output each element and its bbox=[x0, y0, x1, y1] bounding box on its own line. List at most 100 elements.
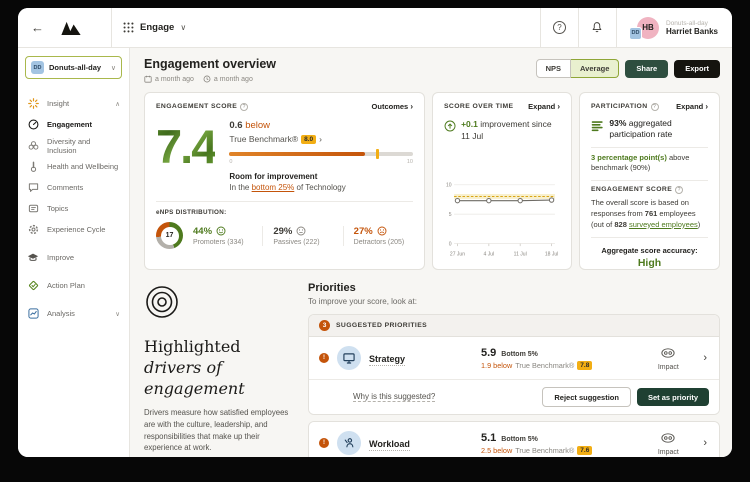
score-basis-text: The overall score is based on responses … bbox=[591, 198, 708, 231]
svg-text:27 Jun: 27 Jun bbox=[450, 251, 465, 257]
sidebar-item-label: Health and Wellbeing bbox=[47, 162, 122, 171]
export-button[interactable]: Export bbox=[674, 60, 720, 78]
improve-icon bbox=[27, 252, 39, 263]
priority-score-block: 5.1Bottom 5% 2.5 belowTrue Benchmark®7.6 bbox=[467, 432, 637, 455]
sidebar-item-label: Action Plan bbox=[47, 281, 122, 290]
sidebar-item-action-plan[interactable]: Action Plan bbox=[25, 275, 122, 296]
room-for-improvement-title: Room for improvement bbox=[229, 172, 413, 181]
score-benchmark-bar bbox=[229, 152, 413, 156]
priority-row-workload[interactable]: ! Workload 5.1Bottom 5% 2.5 belowTrue Be… bbox=[309, 422, 719, 457]
promoters-segment: 44% Promoters (334) bbox=[193, 226, 252, 246]
collapse-sidebar-icon[interactable]: ← bbox=[31, 20, 44, 35]
average-toggle-button[interactable]: Average bbox=[571, 59, 619, 78]
sidebar-item-comments[interactable]: Comments bbox=[25, 177, 122, 198]
score-type-toggle: NPS Average bbox=[536, 59, 620, 78]
help-icon[interactable]: ? bbox=[240, 103, 248, 111]
chevron-down-icon: ∨ bbox=[115, 310, 122, 318]
expand-participation-link[interactable]: Expand › bbox=[676, 102, 708, 111]
company-selector-avatar: DD bbox=[31, 61, 44, 74]
priority-actions-row: Why is this suggested? Reject suggestion… bbox=[309, 379, 719, 414]
sidebar-item-topics[interactable]: Topics bbox=[25, 198, 122, 219]
priority-name[interactable]: Workload bbox=[369, 439, 410, 451]
sidebar-item-experience-cycle[interactable]: Experience Cycle bbox=[25, 219, 122, 240]
svg-text:18 Jul: 18 Jul bbox=[545, 251, 558, 257]
app-name: Engage bbox=[140, 22, 174, 33]
sidebar-item-health[interactable]: Health and Wellbeing bbox=[25, 156, 122, 177]
sidebar-item-engagement[interactable]: Engagement bbox=[25, 114, 122, 135]
share-button[interactable]: Share bbox=[625, 60, 668, 78]
score-over-time-card: SCORE OVER TIME Expand › +0.1 improvemen… bbox=[432, 92, 572, 270]
svg-text:11 Jul: 11 Jul bbox=[514, 251, 527, 257]
reject-suggestion-button[interactable]: Reject suggestion bbox=[542, 387, 631, 407]
sidebar-item-analysis[interactable]: Analysis ∨ bbox=[25, 303, 122, 324]
sidebar-item-improve[interactable]: Improve bbox=[25, 247, 122, 268]
analysis-icon bbox=[27, 308, 39, 319]
topbar-brand-area: ← bbox=[18, 8, 112, 47]
priority-name[interactable]: Strategy bbox=[369, 354, 405, 366]
engagement-score-card: ENGAGEMENT SCORE ? Outcomes › 7.4 0.6 be… bbox=[144, 92, 425, 270]
chevron-right-icon[interactable]: › bbox=[699, 352, 709, 364]
impact-button[interactable]: Impact bbox=[645, 345, 691, 371]
help-icon[interactable]: ? bbox=[675, 186, 683, 194]
priorities-title: Priorities bbox=[308, 282, 720, 294]
chevron-right-icon: › bbox=[410, 102, 413, 111]
trend-up-icon bbox=[444, 119, 456, 133]
workload-icon bbox=[337, 431, 361, 455]
chevron-up-icon: ∧ bbox=[115, 100, 122, 108]
bottom-25-link[interactable]: bottom 25% bbox=[252, 183, 295, 192]
enps-distribution-title: eNPS DISTRIBUTION: bbox=[156, 209, 413, 216]
set-as-priority-button[interactable]: Set as priority bbox=[637, 388, 709, 406]
action-plan-icon bbox=[27, 280, 39, 291]
score-over-time-chart: 051027 Jun4 Jul11 Jul18 Jul bbox=[444, 173, 560, 260]
passive-face-icon bbox=[296, 226, 306, 236]
user-name: Harriet Banks bbox=[666, 27, 718, 36]
participation-card: PARTICIPATION ? Expand › 93% aggregated … bbox=[579, 92, 720, 270]
engagement-icon bbox=[27, 119, 39, 130]
grid-icon bbox=[123, 22, 134, 33]
passives-segment: 29% Passives (222) bbox=[262, 226, 332, 246]
why-suggested-link[interactable]: Why is this suggested? bbox=[353, 392, 435, 402]
detractor-face-icon bbox=[377, 226, 387, 236]
notifications-button[interactable] bbox=[578, 8, 616, 47]
surveyed-employees-link[interactable]: surveyed employees bbox=[629, 220, 698, 229]
sidebar-item-label: Comments bbox=[47, 183, 122, 192]
scale-max: 10 bbox=[407, 159, 413, 165]
company-selector[interactable]: DD Donuts-all-day ∨ bbox=[25, 56, 122, 79]
survey-round: a month ago bbox=[203, 75, 253, 83]
user-menu[interactable]: HB DD Donuts-all-day Harriet Banks bbox=[616, 8, 732, 47]
help-icon[interactable]: ? bbox=[651, 103, 659, 111]
company-avatar: DD bbox=[629, 27, 642, 40]
app-switcher[interactable]: Engage ∨ bbox=[112, 8, 186, 47]
sidebar-item-label: Improve bbox=[47, 253, 122, 262]
benchmark-badge: 8.0 bbox=[301, 135, 316, 144]
experience-cycle-icon bbox=[27, 224, 39, 235]
accuracy-value: High bbox=[591, 257, 708, 269]
chevron-down-icon: ∨ bbox=[111, 64, 116, 72]
enps-value: 17 bbox=[156, 222, 183, 249]
sidebar-item-diversity[interactable]: Diversity and Inclusion bbox=[25, 135, 122, 156]
nps-toggle-button[interactable]: NPS bbox=[536, 59, 571, 78]
outcomes-link[interactable]: Outcomes › bbox=[372, 102, 413, 111]
priorities-subtitle: To improve your score, look at: bbox=[308, 297, 720, 306]
expand-score-link[interactable]: Expand › bbox=[528, 102, 560, 111]
drivers-title: Highlighted drivers of engagement bbox=[144, 337, 294, 399]
svg-text:10: 10 bbox=[446, 182, 452, 188]
participation-benchmark-note: 3 percentage point(s) above benchmark (9… bbox=[591, 153, 708, 174]
priority-row-strategy[interactable]: ! Strategy 5.9Bottom 5% 1.9 belowTrue Be… bbox=[309, 337, 719, 379]
priority-alert-icon: ! bbox=[319, 438, 329, 448]
impact-icon bbox=[661, 433, 675, 443]
scale-min: 0 bbox=[229, 159, 232, 165]
svg-text:4 Jul: 4 Jul bbox=[484, 251, 495, 257]
benchmark-badge: 7.8 bbox=[577, 361, 592, 370]
chevron-right-icon[interactable]: › bbox=[699, 437, 709, 449]
benchmark-line[interactable]: True Benchmark® 8.0 › bbox=[229, 134, 413, 144]
impact-button[interactable]: Impact bbox=[645, 430, 691, 456]
priorities-count-badge: 3 bbox=[319, 320, 330, 331]
sidebar-item-insight[interactable]: Insight ∧ bbox=[25, 93, 122, 114]
score-accuracy: Aggregate score accuracy: High bbox=[591, 246, 708, 269]
calendar-icon bbox=[144, 75, 152, 83]
room-for-improvement-text: In the bottom 25% of Technology bbox=[229, 183, 413, 192]
user-company: Donuts-all-day bbox=[666, 20, 718, 27]
insight-icon bbox=[27, 98, 39, 109]
help-button[interactable]: ? bbox=[540, 8, 578, 47]
